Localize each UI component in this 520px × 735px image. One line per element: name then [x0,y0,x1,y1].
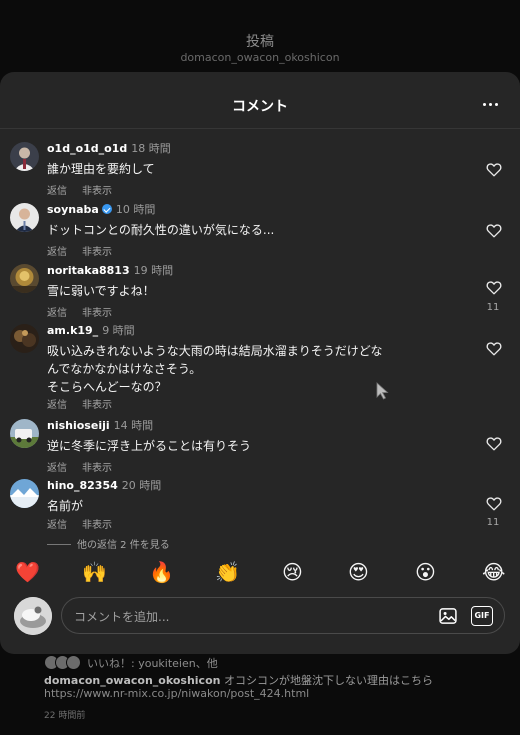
verified-badge-icon [101,204,112,214]
comment-time: 10 時間 [115,203,156,216]
liker-avatar [66,655,81,670]
heart-icon[interactable] [486,496,502,511]
comment-header: o1d_o1d_o1d 18 時間 [47,142,171,156]
avatar[interactable] [10,142,39,171]
post-time: 22 時間前 [44,711,86,721]
avatar[interactable] [10,419,39,448]
comment-time: 9 時間 [102,324,135,337]
comment-username[interactable]: nishioseiji [47,419,110,432]
comment-header: noritaka8813 19 時間 [47,264,173,278]
reply-button[interactable]: 返信 [47,400,67,411]
view-replies-link[interactable]: 他の返信 2 件を見る [47,536,170,551]
emoji-bar: ❤️ 🙌 🔥 👏 😢 😍 😮 😂 [0,560,520,588]
comment-header: nishioseiji 14 時間 [47,419,153,433]
reply-button[interactable]: 返信 [47,247,67,258]
hide-button[interactable]: 非表示 [82,247,112,258]
comment-actions: 返信 非表示 [47,243,127,258]
comment-username[interactable]: soynaba [47,203,99,216]
hide-button[interactable]: 非表示 [82,463,112,474]
heart-icon[interactable] [486,341,502,356]
hide-button[interactable]: 非表示 [82,520,112,531]
avatar[interactable] [10,203,39,232]
avatar[interactable] [10,324,39,353]
likes-text: いいね！: youkiteien、他 [87,657,218,670]
heart-eyes-emoji[interactable]: 😍 [348,560,369,584]
caption-link[interactable]: https://www.nr-mix.co.jp/niwakon/post_42… [44,687,309,700]
comment-time: 14 時間 [113,419,154,432]
my-avatar [14,597,52,635]
comment-text: 逆に冬季に浮き上がることは有りそう [47,439,252,453]
heart-icon[interactable] [486,280,502,295]
more-options-icon[interactable] [482,95,500,113]
like-count: 11 [486,302,500,313]
comment-text: 吸い込みきれないような大雨の時は結局水溜まりそうだけどな んでなかなかはけなさそ… [47,344,383,394]
fire-emoji[interactable]: 🔥 [149,560,174,584]
post-footer: いいね！: youkiteien、他 domacon_owacon_okoshi… [0,652,520,735]
likes-summary[interactable]: いいね！: youkiteien、他 [44,655,218,671]
comment-text: 名前が [47,499,84,513]
avatar[interactable] [10,479,39,508]
heart-icon[interactable] [486,162,502,177]
comment-actions: 返信 非表示 [47,459,127,474]
comment-text: 誰か理由を要約して [47,162,155,176]
post-username[interactable]: domacon_owacon_okoshicon [0,51,520,64]
view-replies-text: 他の返信 2 件を見る [77,540,170,551]
comment-input-placeholder: コメントを追加... [74,610,170,624]
heart-icon[interactable] [486,436,502,451]
comment-username[interactable]: o1d_o1d_o1d [47,142,127,155]
post-header: 投稿 domacon_owacon_okoshicon [0,0,520,75]
heart-emoji[interactable]: ❤️ [15,560,40,584]
comment-header: hino_82354 20 時間 [47,479,161,493]
raised-hands-emoji[interactable]: 🙌 [82,560,107,584]
comment-time: 19 時間 [133,264,174,277]
like-count: 11 [486,517,500,528]
post-caption: domacon_owacon_okoshicon オコシコンが地盤沈下しない理由… [44,672,433,688]
comment-text: ドットコンとの耐久性の違いが気になる... [47,223,275,237]
clapping-emoji[interactable]: 👏 [215,560,240,584]
comment-input[interactable]: コメントを追加... GIF [61,597,505,634]
comment-header: soynaba 10 時間 [47,203,155,217]
avatar[interactable] [10,264,39,293]
comment-actions: 返信 非表示 [47,516,127,531]
pointer-cursor-icon [376,382,389,400]
hide-button[interactable]: 非表示 [82,308,112,319]
comment-username[interactable]: am.k19_ [47,324,98,337]
reply-button[interactable]: 返信 [47,308,67,319]
caption-text: オコシコンが地盤沈下しない理由はこちら [223,674,433,687]
comment-time: 20 時間 [121,479,162,492]
comment-text: 雪に弱いですよね！ [47,284,155,298]
comment-actions: 返信 非表示 [47,182,127,197]
replies-line [47,544,71,545]
surprised-emoji[interactable]: 😮 [415,560,436,584]
reply-button[interactable]: 返信 [47,186,67,197]
reply-button[interactable]: 返信 [47,520,67,531]
comment-actions: 返信 非表示 [47,396,127,411]
gif-button[interactable]: GIF [471,606,493,626]
comment-username[interactable]: noritaka8813 [47,264,130,277]
laughing-emoji[interactable]: 😂 [482,560,505,584]
page-title: 投稿 [246,34,274,50]
image-icon[interactable] [438,606,458,626]
hide-button[interactable]: 非表示 [82,400,112,411]
hide-button[interactable]: 非表示 [82,186,112,197]
sheet-title: コメント [232,99,288,115]
crying-emoji[interactable]: 😢 [282,560,303,584]
comments-sheet: コメント o1d_o1d_o1d 18 時間 誰か理由を要約して 返信 非表示 so… [0,72,520,654]
comment-header: am.k19_ 9 時間 [47,324,135,338]
divider [0,128,520,129]
comment-time: 18 時間 [131,142,171,155]
caption-username[interactable]: domacon_owacon_okoshicon [44,674,220,687]
comment-composer: コメントを追加... GIF [0,594,520,644]
comment-username[interactable]: hino_82354 [47,479,118,492]
reply-button[interactable]: 返信 [47,463,67,474]
heart-icon[interactable] [486,223,502,238]
comment-actions: 返信 非表示 [47,304,127,319]
